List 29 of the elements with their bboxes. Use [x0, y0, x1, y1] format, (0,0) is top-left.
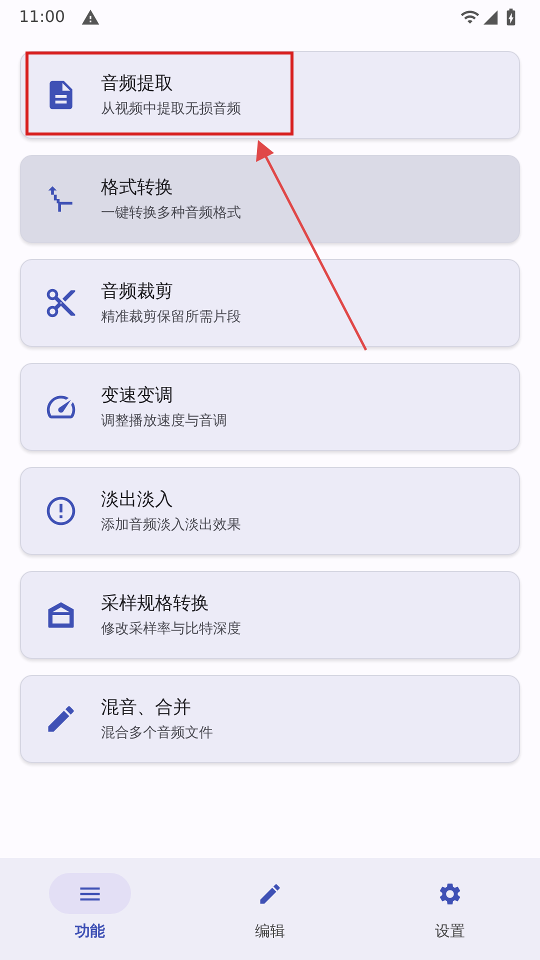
settings-icon — [437, 880, 463, 906]
feature-title: 采样规格转换 — [101, 592, 210, 616]
warning-icon — [81, 8, 100, 26]
feature-subtitle: 精准裁剪保留所需片段 — [101, 308, 241, 327]
feature-title: 变速变调 — [101, 384, 174, 408]
feature-card[interactable]: 音频裁剪 精准裁剪保留所需片段 — [20, 259, 520, 347]
nav-tab[interactable]: 功能 — [0, 873, 180, 942]
feature-title: 混音、合并 — [101, 696, 192, 720]
feature-card[interactable]: 采样规格转换 修改采样率与比特深度 — [20, 571, 520, 659]
feature-title: 格式转换 — [101, 176, 174, 200]
feature-subtitle: 从视频中提取无损音频 — [101, 100, 241, 119]
feature-title: 淡出淡入 — [101, 488, 174, 512]
feature-title: 音频裁剪 — [101, 280, 174, 304]
feature-subtitle: 一键转换多种音频格式 — [101, 204, 241, 223]
status-time: 11:00 — [19, 6, 66, 28]
nav-tab[interactable]: 设置 — [360, 873, 540, 942]
feature-subtitle: 混合多个音频文件 — [101, 724, 213, 743]
feature-card[interactable]: 混音、合并 混合多个音频文件 — [20, 675, 520, 763]
feature-subtitle: 修改采样率与比特深度 — [101, 620, 241, 639]
feature-card[interactable]: 变速变调 调整播放速度与音调 — [20, 363, 520, 451]
signal-icon — [482, 8, 499, 26]
nav-tab[interactable]: 编辑 — [180, 873, 360, 942]
feature-card[interactable]: 格式转换 一键转换多种音频格式 — [20, 155, 520, 243]
feature-card[interactable]: 音频提取 从视频中提取无损音频 — [20, 51, 520, 139]
feature-subtitle: 调整播放速度与音调 — [101, 412, 227, 431]
feature-title: 音频提取 — [101, 72, 174, 96]
scissors-icon — [44, 286, 78, 320]
feature-subtitle: 添加音频淡入淡出效果 — [101, 516, 241, 535]
feature-card[interactable]: 淡出淡入 添加音频淡入淡出效果 — [20, 467, 520, 555]
